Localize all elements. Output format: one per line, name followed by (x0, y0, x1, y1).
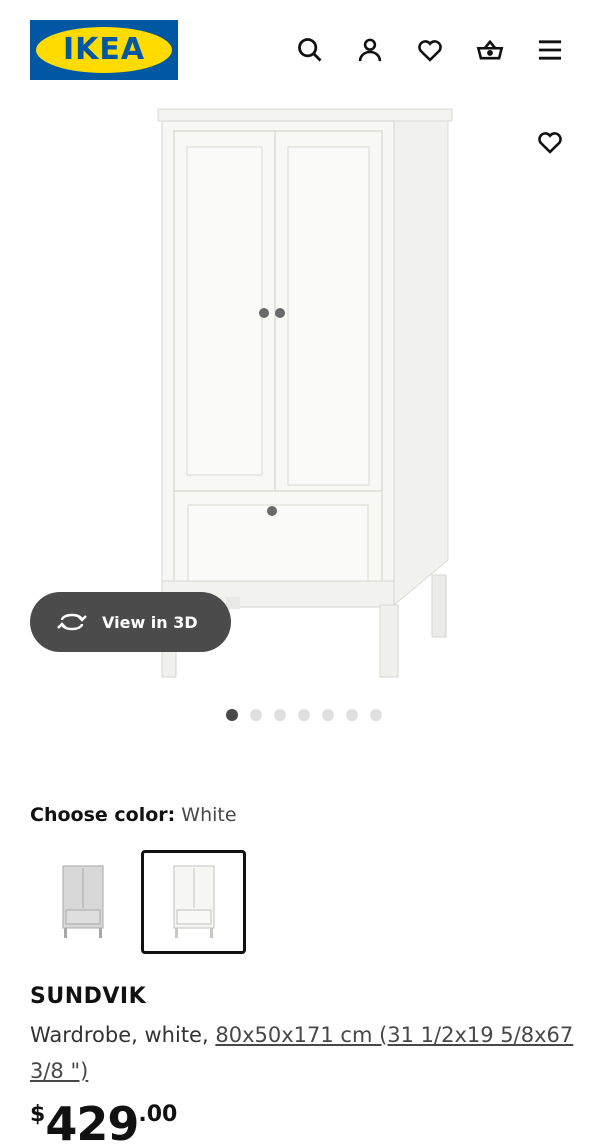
color-option-grey[interactable] (30, 850, 135, 954)
search-icon[interactable] (290, 30, 330, 70)
carousel-dot-5[interactable] (322, 709, 334, 721)
ikea-logo[interactable]: IKEA (30, 20, 178, 80)
carousel-dot-6[interactable] (346, 709, 358, 721)
logo-text: IKEA (62, 32, 146, 67)
account-icon[interactable] (350, 30, 390, 70)
rotate-3d-icon (57, 613, 87, 631)
carousel-dot-2[interactable] (250, 709, 262, 721)
product-price: $ 429 .00 (30, 1096, 177, 1146)
menu-icon[interactable] (530, 30, 570, 70)
carousel-dot-3[interactable] (274, 709, 286, 721)
product-type: Wardrobe, white, (30, 1023, 216, 1047)
color-chooser-heading: Choose color: White (30, 804, 237, 826)
white-wardrobe-thumbnail (173, 865, 214, 938)
view-in-3d-button[interactable]: View in 3D (30, 592, 231, 652)
price-currency: $ (30, 1102, 46, 1127)
view-in-3d-label: View in 3D (102, 612, 198, 632)
add-to-favorites-heart-icon[interactable] (530, 122, 570, 162)
selected-color-value: White (181, 804, 237, 826)
logo-oval: IKEA (36, 27, 172, 73)
product-name: SUNDVIK (30, 984, 147, 1009)
grey-wardrobe-thumbnail (62, 865, 103, 938)
carousel-dot-7[interactable] (370, 709, 382, 721)
color-option-white-selected[interactable] (141, 850, 246, 954)
choose-color-label: Choose color: (30, 804, 176, 826)
price-decimal: .00 (138, 1102, 178, 1127)
price-integer: 429 (45, 1097, 139, 1146)
product-description: Wardrobe, white, 80x50x171 cm (31 1/2x19… (30, 1017, 590, 1089)
cart-icon[interactable] (470, 30, 510, 70)
image-carousel-dots (226, 709, 382, 721)
carousel-dot-4[interactable] (298, 709, 310, 721)
carousel-dot-1[interactable] (226, 709, 238, 721)
favorites-heart-icon[interactable] (410, 30, 450, 70)
